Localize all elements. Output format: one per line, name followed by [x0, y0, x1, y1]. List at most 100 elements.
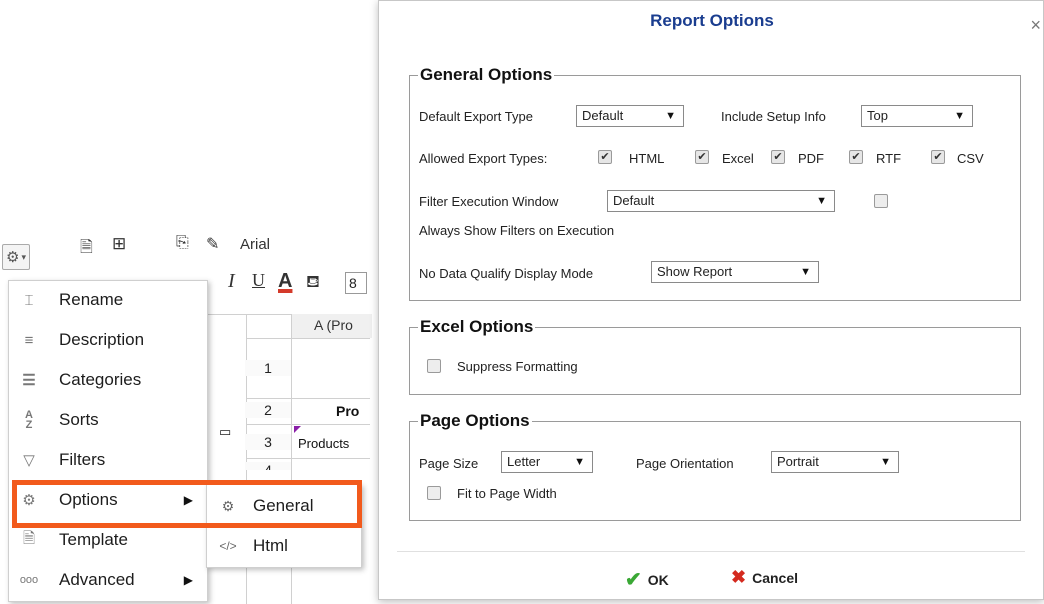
page-orientation-label: Page Orientation [636, 456, 734, 471]
page-orientation-select[interactable]: Portrait ▼ [771, 451, 899, 473]
export-excel-checkbox[interactable]: ✔ [695, 150, 709, 164]
menu-item-rename[interactable]: ⌶ Rename [9, 281, 207, 319]
save-icon[interactable]: 🗎 [80, 236, 93, 263]
menu-item-advanced[interactable]: ooo Advanced ▶ [9, 561, 207, 599]
select-value: Letter [507, 454, 541, 469]
chevron-down-icon: ▼ [800, 266, 811, 278]
group-legend: General Options [420, 65, 553, 84]
page-size-label: Page Size [419, 456, 479, 471]
filter-execution-window-label: Filter Execution Window [419, 194, 559, 209]
export-rtf-checkbox[interactable]: ✔ [849, 150, 863, 164]
menu-item-label: Advanced [59, 570, 135, 589]
menu-item-label: Rename [59, 290, 124, 309]
menu-item-label: Description [59, 330, 145, 349]
menu-item-filters[interactable]: ▽ Filters [9, 441, 207, 479]
code-icon: </> [219, 539, 237, 553]
submenu-item-html[interactable]: </> Html [207, 527, 361, 565]
menu-item-sorts[interactable]: AZ Sorts [9, 401, 207, 439]
filter-execution-window-select[interactable]: Default ▼ [607, 190, 835, 212]
table-cell[interactable]: Pro [336, 403, 359, 419]
rename-icon: ⌶ [24, 291, 34, 309]
row-number[interactable]: 1 [245, 360, 291, 376]
report-options-dialog: Report Options × General Options Default… [378, 0, 1044, 600]
row-number[interactable]: 3 [245, 434, 291, 450]
menu-item-categories[interactable]: ☰ Categories [9, 361, 207, 399]
suppress-formatting-label: Suppress Formatting [457, 359, 578, 374]
sort-az-icon: AZ [25, 409, 33, 431]
table-cell[interactable]: Products [298, 436, 349, 451]
paint-brush-icon[interactable]: ✎ [206, 234, 219, 254]
always-show-filters-checkbox[interactable] [874, 194, 888, 208]
no-data-display-mode-label: No Data Qualify Display Mode [419, 266, 594, 281]
italic-button[interactable]: I [228, 270, 235, 293]
menu-item-description[interactable]: ≡ Description [9, 321, 207, 359]
gear-icon: ⚙ [6, 249, 20, 266]
export-csv-label: CSV [957, 151, 984, 166]
font-size-input[interactable]: 8 [345, 272, 367, 294]
menu-item-label: Sorts [59, 410, 99, 429]
row-number[interactable]: 2 [245, 402, 291, 418]
highlight-box [12, 480, 362, 528]
excel-options-group: Excel Options [409, 317, 1021, 395]
always-show-filters-label: Always Show Filters on Execution [419, 223, 615, 238]
export-rtf-label: RTF [876, 151, 902, 166]
dots-icon: ooo [19, 574, 39, 586]
fill-color-icon[interactable]: ⛾ [306, 272, 320, 294]
export-csv-checkbox[interactable]: ✔ [931, 150, 945, 164]
export-pdf-label: PDF [798, 151, 824, 166]
font-family-select[interactable]: Arial [240, 236, 270, 253]
underline-button[interactable]: U [252, 270, 265, 291]
clear-icon[interactable]: ⎘ [176, 234, 189, 252]
menu-item-label: Filters [59, 450, 106, 469]
select-value: Portrait [777, 454, 819, 469]
cancel-button-label: Cancel [752, 569, 799, 586]
allowed-export-types-label: Allowed Export Types: [419, 151, 548, 166]
submenu-item-label: Html [253, 536, 288, 555]
include-setup-info-select[interactable]: Top ▼ [861, 105, 973, 127]
grid-line [246, 398, 370, 399]
cancel-button[interactable]: ✖ Cancel [731, 567, 798, 588]
add-icon[interactable]: ⊞ [112, 234, 126, 254]
chevron-down-icon: ▼ [880, 456, 891, 468]
merge-icon[interactable]: ▭ [219, 424, 231, 440]
menu-item-label: Categories [59, 370, 142, 389]
export-html-checkbox[interactable]: ✔ [598, 150, 612, 164]
menu-item-label: Template [59, 530, 128, 549]
close-icon[interactable]: × [1030, 15, 1041, 36]
select-value: Top [867, 108, 888, 123]
chevron-down-icon: ▼ [574, 456, 585, 468]
description-icon: ≡ [24, 331, 34, 349]
export-html-label: HTML [629, 151, 665, 166]
context-menu: ⌶ Rename ≡ Description ☰ Categories AZ S… [8, 280, 208, 602]
cancel-x-icon: ✖ [731, 567, 747, 587]
grid-line [246, 458, 370, 459]
column-header-a[interactable]: A (Pro [292, 314, 372, 338]
row-number[interactable]: 4 [245, 462, 291, 470]
template-icon: 🗎 [22, 529, 36, 547]
suppress-formatting-checkbox[interactable] [427, 359, 441, 373]
default-export-type-label: Default Export Type [419, 109, 533, 124]
chevron-down-icon: ▼ [816, 195, 827, 207]
default-export-type-select[interactable]: Default ▼ [576, 105, 684, 127]
select-value: Default [613, 193, 655, 208]
group-legend: Excel Options [420, 317, 534, 336]
group-legend: Page Options [420, 411, 530, 430]
no-data-display-mode-select[interactable]: Show Report ▼ [651, 261, 819, 283]
fit-to-page-width-checkbox[interactable] [427, 486, 441, 500]
comment-marker [294, 426, 301, 433]
select-value: Show Report [657, 264, 733, 279]
grid-line [246, 424, 370, 425]
page-size-select[interactable]: Letter ▼ [501, 451, 593, 473]
check-icon: ✔ [625, 569, 642, 591]
grid-line [246, 338, 370, 339]
submenu-arrow-icon: ▶ [183, 573, 193, 587]
export-pdf-checkbox[interactable]: ✔ [771, 150, 785, 164]
ok-button-label: OK [647, 571, 669, 588]
export-excel-label: Excel [722, 151, 754, 166]
column-options-button[interactable]: ⚙ ▾ [2, 244, 30, 270]
categories-icon: ☰ [22, 372, 36, 389]
font-color-button[interactable]: A [278, 270, 292, 293]
select-value: Default [582, 108, 624, 123]
chevron-down-icon: ▼ [954, 110, 965, 122]
ok-button[interactable]: ✔ OK [625, 567, 669, 592]
